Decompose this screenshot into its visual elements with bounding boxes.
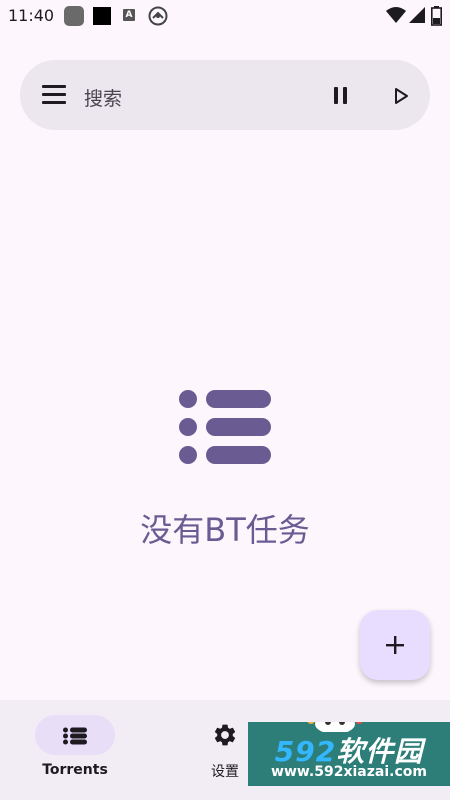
watermark-url: www.592xiazai.com [271, 764, 427, 780]
wifi-icon [386, 7, 406, 23]
list-icon [179, 390, 271, 464]
play-icon[interactable] [390, 85, 412, 107]
empty-state-message: 没有BT任务 [140, 511, 310, 549]
pause-icon[interactable] [330, 85, 352, 107]
menu-icon[interactable] [42, 83, 68, 107]
gear-icon [214, 724, 236, 746]
plus-icon [386, 636, 404, 654]
search-bar[interactable]: 搜索 [20, 60, 430, 130]
nav-label-torrents: Torrents [42, 762, 108, 778]
signal-icon [409, 7, 425, 23]
nav-item-torrents[interactable]: Torrents [20, 700, 130, 800]
black-square-icon [93, 7, 111, 25]
search-input[interactable]: 搜索 [84, 84, 122, 111]
list-icon [63, 727, 87, 745]
add-torrent-button[interactable] [360, 610, 430, 680]
nav-active-indicator [35, 715, 115, 755]
a-icon: A [123, 9, 135, 21]
app-icon [64, 6, 84, 26]
circle-icon [148, 6, 168, 26]
battery-icon [431, 6, 442, 26]
status-time: 11:40 [8, 6, 55, 25]
status-bar: 11:40 A [0, 0, 450, 32]
watermark-logo: 592软件园 www.592xiazai.com [248, 722, 450, 786]
